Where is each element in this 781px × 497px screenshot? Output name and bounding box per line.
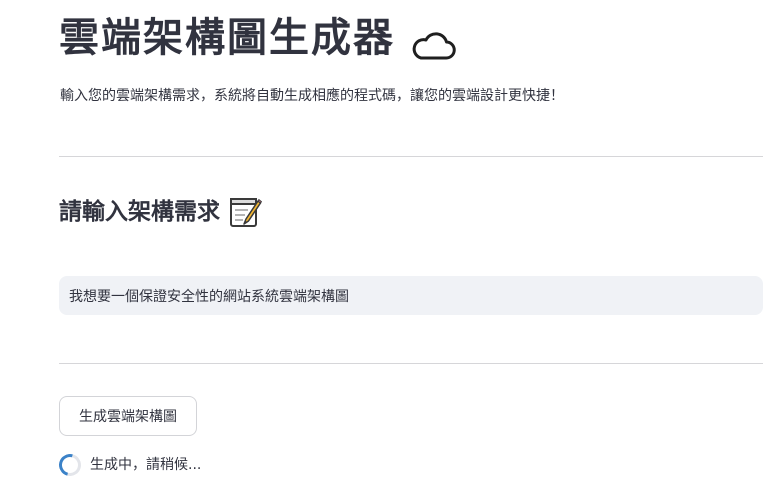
page-title-text: 雲端架構圖生成器 bbox=[59, 15, 395, 61]
requirement-input[interactable] bbox=[59, 276, 763, 315]
divider-top bbox=[59, 156, 763, 157]
cloud-icon bbox=[409, 22, 457, 60]
page-title: 雲端架構圖生成器 bbox=[59, 10, 457, 66]
section-heading-text: 請輸入架構需求 bbox=[59, 199, 220, 225]
memo-icon bbox=[228, 195, 263, 229]
page-subtitle: 輸入您的雲端架構需求，系統將自動生成相應的程式碼，讓您的雲端設計更快捷！ bbox=[60, 88, 564, 104]
loading-status: 生成中，請稍候... bbox=[54, 449, 202, 481]
spinner-icon bbox=[54, 449, 86, 481]
section-heading: 請輸入架構需求 bbox=[59, 194, 263, 230]
divider-bottom bbox=[59, 363, 763, 364]
status-text: 生成中，請稍候... bbox=[90, 457, 202, 473]
generate-diagram-button[interactable]: 生成雲端架構圖 bbox=[59, 396, 197, 436]
